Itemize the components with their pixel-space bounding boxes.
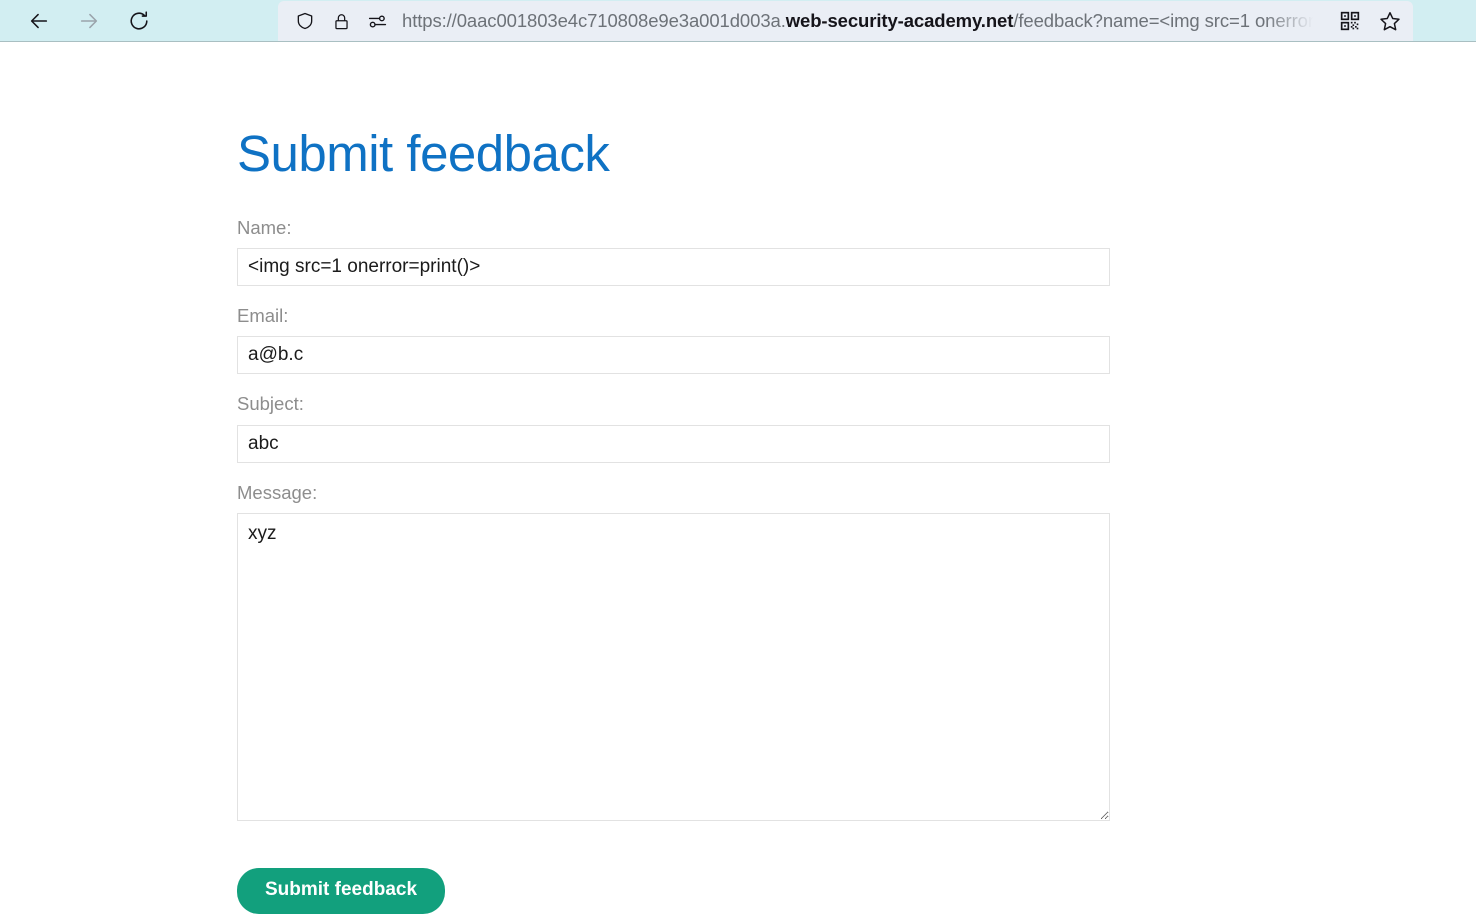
message-textarea[interactable]: xyz (237, 512, 1110, 821)
urlbar-actions (1327, 8, 1403, 34)
url-prefix: https://0aac001803e4c710808e9e3a001d003a… (402, 10, 786, 31)
lock-icon[interactable] (328, 8, 354, 34)
url-path: /feedback?name=<img src=1 onerror=p (1013, 10, 1327, 31)
forward-button[interactable] (70, 4, 108, 38)
bookmark-star-icon[interactable] (1377, 8, 1403, 34)
url-bar[interactable]: https://0aac001803e4c710808e9e3a001d003a… (278, 1, 1413, 41)
url-host: web-security-academy.net (785, 10, 1014, 31)
back-button[interactable] (20, 4, 58, 38)
page-body: Submit feedback Name: Email: Subject: Me… (0, 42, 1476, 919)
message-label: Message: (237, 481, 318, 503)
url-text: https://0aac001803e4c710808e9e3a001d003a… (402, 1, 1327, 41)
url-input[interactable]: https://0aac001803e4c710808e9e3a001d003a… (402, 1, 1327, 41)
submit-feedback-button[interactable]: Submit feedback (237, 867, 446, 914)
content-container: Submit feedback Name: Email: Subject: Me… (0, 42, 1476, 914)
reload-icon (130, 10, 148, 30)
page-permissions-icon[interactable] (364, 8, 390, 34)
email-input[interactable] (237, 336, 1110, 375)
subject-label: Subject: (237, 393, 304, 415)
subject-input[interactable] (237, 424, 1110, 463)
reload-button[interactable] (120, 4, 158, 38)
name-label: Name: (237, 217, 292, 239)
forward-arrow-icon (80, 13, 98, 28)
page-title: Submit feedback (237, 125, 610, 182)
qr-code-icon[interactable] (1337, 8, 1363, 34)
email-label: Email: (237, 305, 289, 327)
back-arrow-icon (30, 13, 48, 28)
browser-toolbar: https://0aac001803e4c710808e9e3a001d003a… (0, 0, 1476, 42)
shield-icon[interactable] (292, 8, 318, 34)
feedback-form: Name: Email: Subject: Message: xyz Submi… (237, 217, 1476, 914)
name-input[interactable] (237, 248, 1110, 287)
